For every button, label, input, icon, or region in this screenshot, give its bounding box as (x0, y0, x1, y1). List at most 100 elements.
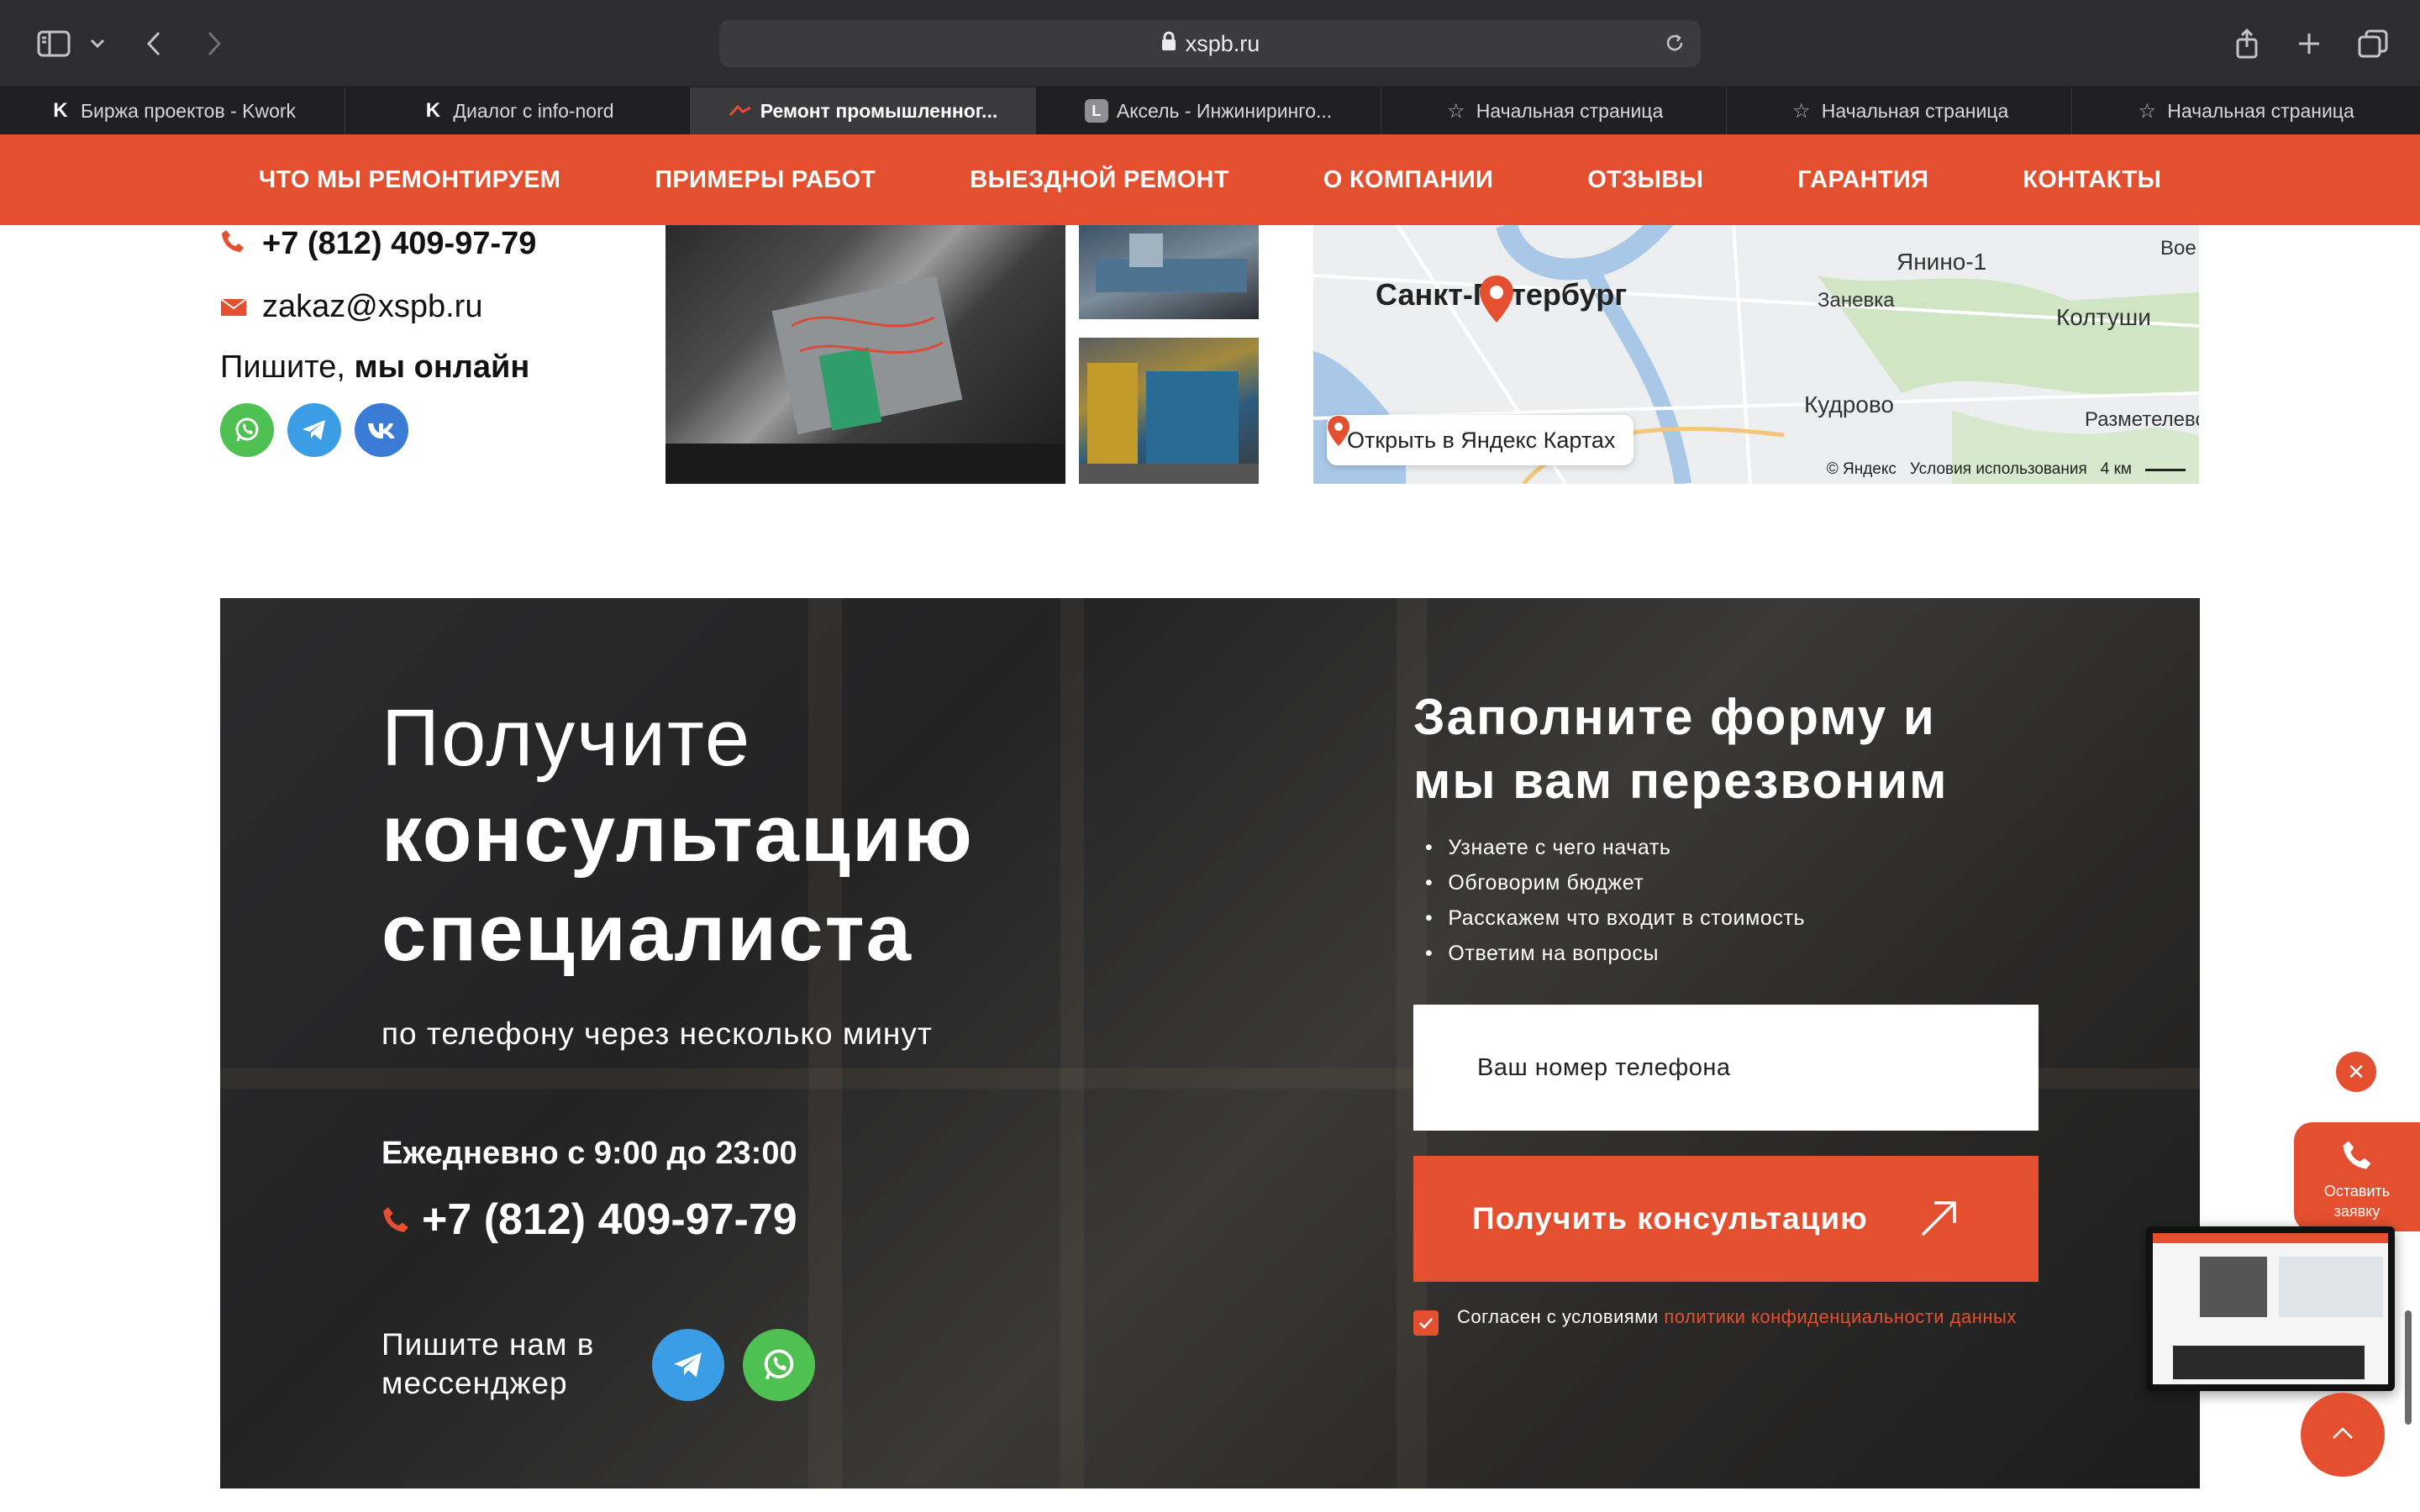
photo-electronics-repair[interactable] (666, 225, 1065, 484)
map-label: Кудрово (1804, 391, 1894, 417)
map-copyright[interactable]: © Яндекс (1827, 460, 1897, 479)
tab-label: Аксель - Инжиниринго... (1116, 99, 1333, 122)
consultation-section: Получите консультацию специалиста по тел… (220, 598, 2200, 1488)
nav-work-examples[interactable]: Примеры работ (608, 166, 923, 194)
get-consultation-button[interactable]: Получить консультацию (1413, 1156, 2039, 1282)
envelope-icon (220, 289, 262, 325)
consent-text: Согласен с условиями политики конфиденци… (1457, 1305, 2017, 1336)
thumbnail-content (2153, 1233, 2388, 1384)
map-scale-bar (2145, 468, 2186, 471)
contact-phone[interactable]: +7 (812) 409-97-79 (262, 226, 536, 262)
close-icon: ✕ (2347, 1058, 2365, 1084)
nav-contacts[interactable]: Контакты (1975, 166, 2208, 194)
telegram-icon[interactable] (652, 1329, 724, 1401)
nav-onsite-repair[interactable]: Выездной ремонт (923, 166, 1276, 194)
tab-bar: K Биржа проектов - Kwork K Диалог с info… (0, 87, 2420, 134)
thumbnail-dark-block (2173, 1346, 2365, 1379)
kwork-icon: K (53, 99, 68, 122)
letter-l-icon: L (1084, 99, 1108, 123)
map-label: Вое (2160, 237, 2196, 260)
consult-phone[interactable]: +7 (812) 409-97-79 (422, 1194, 797, 1245)
whatsapp-icon[interactable] (220, 403, 274, 457)
messenger-prompt-line1: Пишите нам в (381, 1327, 595, 1362)
tab-start-page-1[interactable]: ☆ Начальная страница (1381, 87, 1727, 134)
online-bold: мы онлайн (354, 349, 530, 385)
form-title: Заполните форму и мы вам перезвоним (1413, 685, 1949, 813)
address-bar[interactable]: xspb.ru (719, 20, 1701, 67)
contact-phone-row[interactable]: +7 (812) 409-97-79 (220, 225, 536, 262)
nav-warranty[interactable]: Гарантия (1750, 166, 1975, 194)
form-title-line2: мы вам перезвоним (1413, 753, 1949, 809)
close-widget-button[interactable]: ✕ (2336, 1052, 2376, 1092)
tab-aksel[interactable]: L Аксель - Инжиниринго... (1036, 87, 1381, 134)
page-scrollbar[interactable] (2405, 1310, 2412, 1425)
whatsapp-icon[interactable] (743, 1329, 815, 1401)
thumbnail-photo (2200, 1257, 2267, 1317)
tab-start-page-3[interactable]: ☆ Начальная страница (2072, 87, 2417, 134)
map-label: Янино-1 (1897, 249, 1987, 275)
telegram-icon[interactable] (287, 403, 341, 457)
tab-xspb-active[interactable]: Ремонт промышленног... (691, 87, 1036, 134)
browser-toolbar: xspb.ru (0, 0, 2420, 87)
nav-what-we-repair[interactable]: Что мы ремонтируем (212, 166, 608, 194)
messenger-prompt-line2: мессенджер (381, 1366, 568, 1400)
phone-number-input[interactable] (1413, 1005, 2039, 1131)
privacy-policy-link[interactable]: политики конфиденциальности данных (1664, 1306, 2017, 1327)
share-icon[interactable] (2232, 22, 2262, 66)
nav-about[interactable]: О компании (1276, 166, 1540, 194)
tab-kwork-dialog[interactable]: K Диалог с info-nord (345, 87, 691, 134)
consult-phone-row[interactable]: +7 (812) 409-97-79 (381, 1194, 797, 1245)
phone-handset-icon (2294, 1139, 2420, 1176)
reload-icon[interactable] (1664, 32, 1686, 60)
consult-title-line1: Получите (381, 693, 752, 783)
photo-lathe[interactable] (1079, 225, 1259, 319)
back-arrow-icon[interactable] (139, 22, 168, 66)
tab-label: Ремонт промышленног... (760, 99, 998, 122)
url-text: xspb.ru (1185, 30, 1260, 56)
map-terms-link[interactable]: Условия использования (1910, 460, 2087, 479)
tab-label: Начальная страница (2167, 99, 2354, 122)
messenger-prompt: Пишите нам в мессенджер (381, 1326, 594, 1403)
chevron-up-icon (2331, 1425, 2354, 1445)
submit-label: Получить консультацию (1472, 1201, 1868, 1236)
nav-reviews[interactable]: Отзывы (1540, 166, 1750, 194)
tab-overview-icon[interactable] (2356, 22, 2390, 66)
consent-prefix: Согласен с условиями (1457, 1306, 1665, 1327)
yandex-map[interactable]: Санкт-Петербург Янино-1 Заневка Колтуши … (1313, 225, 2199, 484)
online-prefix: Пишите, (220, 349, 355, 385)
new-tab-plus-icon[interactable] (2294, 22, 2324, 66)
social-links (220, 403, 408, 457)
open-map-label: Открыть в Яндекс Картах (1347, 427, 1616, 453)
map-label: Заневка (1818, 289, 1895, 312)
tab-kwork-exchange[interactable]: K Биржа проектов - Kwork (0, 87, 345, 134)
tab-label: Биржа проектов - Kwork (80, 99, 297, 122)
tab-label: Начальная страница (1476, 99, 1664, 122)
contact-email-row[interactable]: zakaz@xspb.ru (220, 287, 482, 326)
screenshot-preview-thumbnail[interactable] (2146, 1226, 2395, 1391)
contact-online-text: Пишите, мы онлайн (220, 349, 529, 386)
thumbnail-map (2279, 1257, 2383, 1317)
tab-label: Начальная страница (1821, 99, 2009, 122)
contact-email[interactable]: zakaz@xspb.ru (262, 289, 482, 325)
forward-arrow-icon[interactable] (200, 22, 229, 66)
vk-icon[interactable] (355, 403, 408, 457)
form-benefits-list: Узнаете с чего начать Обговорим бюджет Р… (1425, 830, 1805, 971)
privacy-consent: Согласен с условиями политики конфиденци… (1413, 1305, 2035, 1336)
star-icon: ☆ (1791, 99, 1811, 123)
consult-title-line2: консультацию (381, 789, 974, 879)
photo-factory-machine[interactable] (1079, 338, 1259, 484)
map-footer: © Яндекс Условия использования 4 км (1827, 460, 2186, 479)
kwork-icon: K (425, 99, 441, 122)
leave-request-line1: Оставить (2323, 1183, 2391, 1200)
leave-request-button[interactable]: Оставить заявку (2294, 1122, 2420, 1231)
open-in-yandex-maps-button[interactable]: Открыть в Яндекс Картах (1327, 415, 1634, 465)
consent-checkbox[interactable] (1413, 1310, 1439, 1336)
thumbnail-nav (2153, 1233, 2388, 1243)
tab-start-page-2[interactable]: ☆ Начальная страница (1727, 87, 2072, 134)
phone-icon (381, 1194, 410, 1245)
scroll-to-top-button[interactable] (2301, 1393, 2385, 1477)
star-icon: ☆ (1446, 99, 1465, 123)
arrow-up-right-icon (1919, 1200, 1958, 1246)
sidebar-toggle-icon[interactable] (34, 22, 74, 66)
tab-group-chevron-icon[interactable] (86, 22, 109, 66)
